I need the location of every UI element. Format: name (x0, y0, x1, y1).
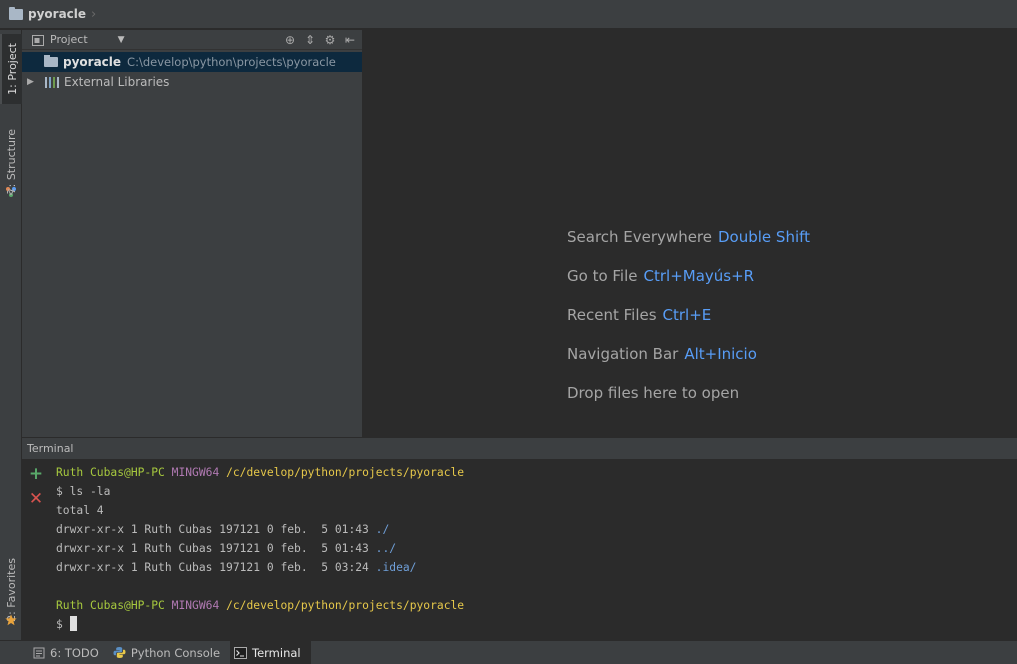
tab-python-console[interactable]: Python Console (109, 641, 230, 664)
terminal-icon (234, 646, 248, 659)
scroll-from-source-icon[interactable]: ⊕ (282, 32, 298, 48)
prompt-symbol: $ (56, 618, 70, 631)
hint-label: Recent Files (567, 306, 657, 324)
terminal-prompt-line: Ruth Cubas@HP-PC MINGW64 /c/develop/pyth… (56, 463, 1017, 482)
hint-shortcut: Ctrl+Mayús+R (643, 267, 755, 285)
project-panel: Project ▼ ⊕ ⇕ ⚙ ⇤ pyoracle C:\develop\py… (22, 30, 363, 437)
tool-tab-favorites-label: 2: Favorites (4, 558, 18, 622)
terminal-output-line: drwxr-xr-x 1 Ruth Cubas 197121 0 feb. 5 … (56, 520, 1017, 539)
tool-window-bar: 6: TODO Python Console Terminal (0, 640, 1017, 664)
navigation-bar: pyoracle › (0, 0, 1017, 29)
prompt-path: /c/develop/python/projects/pyoracle (226, 466, 465, 479)
project-view-selector[interactable]: Project (50, 33, 88, 46)
terminal-title: Terminal (27, 442, 74, 455)
project-view-icon (32, 34, 44, 46)
hint-label: Navigation Bar (567, 345, 679, 363)
folder-icon (44, 55, 58, 67)
structure-icon (6, 187, 16, 197)
hint-search-everywhere: Search Everywhere Double Shift (567, 228, 810, 246)
tab-terminal[interactable]: Terminal (230, 640, 311, 664)
tab-terminal-label: Terminal (252, 645, 301, 660)
hint-label: Go to File (567, 267, 638, 285)
prompt-system: MINGW64 (171, 466, 220, 479)
library-icon (45, 76, 59, 88)
tree-item-root[interactable]: pyoracle C:\develop\python\projects\pyor… (22, 52, 362, 72)
breadcrumb-separator-icon: › (91, 6, 97, 22)
tree-item-root-name: pyoracle (63, 55, 122, 69)
tool-tab-structure-label: 7: Structure (4, 129, 18, 195)
chevron-down-icon[interactable]: ▼ (118, 35, 125, 45)
hint-navigation-bar: Navigation Bar Alt+Inicio (567, 345, 757, 363)
todo-icon (32, 646, 45, 659)
prompt-system: MINGW64 (171, 599, 220, 612)
hint-drop-files: Drop files here to open (567, 384, 739, 402)
entry-meta: drwxr-xr-x 1 Ruth Cubas 197121 0 feb. 5 … (56, 561, 376, 574)
star-icon (5, 614, 17, 626)
entry-name: ./ (375, 523, 390, 536)
collapse-all-icon[interactable]: ⇕ (302, 32, 318, 48)
tab-python-console-label: Python Console (130, 645, 221, 660)
hint-shortcut: Ctrl+E (662, 306, 712, 324)
tree-item-external-libraries-label: External Libraries (64, 75, 170, 89)
terminal-toolbar: + ✕ (22, 459, 50, 640)
tab-todo[interactable]: 6: TODO (28, 641, 109, 664)
terminal-output-line: drwxr-xr-x 1 Ruth Cubas 197121 0 feb. 5 … (56, 558, 1017, 577)
terminal-prompt-line: Ruth Cubas@HP-PC MINGW64 /c/develop/pyth… (56, 596, 1017, 615)
hint-go-to-file: Go to File Ctrl+Mayús+R (567, 267, 754, 285)
terminal-output[interactable]: Ruth Cubas@HP-PC MINGW64 /c/develop/pyth… (50, 459, 1017, 640)
tool-tab-project-label: 1: Project (5, 43, 19, 95)
project-panel-header: Project ▼ ⊕ ⇕ ⚙ ⇤ (22, 30, 362, 50)
hint-label: Drop files here to open (567, 384, 740, 402)
terminal-input-line[interactable]: $ (56, 615, 1017, 634)
hint-recent-files: Recent Files Ctrl+E (567, 306, 711, 324)
new-session-button[interactable]: + (28, 464, 44, 484)
entry-name: ../ (375, 542, 397, 555)
tab-todo-label: 6: TODO (50, 645, 99, 660)
breadcrumb-project[interactable]: pyoracle (28, 7, 86, 21)
terminal-command-line: $ ls -la (56, 485, 111, 498)
gear-icon[interactable]: ⚙ (322, 32, 338, 48)
prompt-user: Ruth Cubas@HP-PC (56, 466, 165, 479)
terminal-header: Terminal (22, 437, 1017, 459)
expand-arrow-icon[interactable]: ▶ (27, 77, 39, 87)
hint-label: Search Everywhere (567, 228, 712, 246)
tree-item-external-libraries[interactable]: ▶ External Libraries (22, 72, 362, 92)
prompt-user: Ruth Cubas@HP-PC (56, 599, 165, 612)
folder-icon (9, 6, 23, 20)
hint-shortcut: Double Shift (718, 228, 811, 246)
tree-item-root-path: C:\develop\python\projects\pyoracle (127, 55, 336, 69)
editor-area: Search Everywhere Double Shift Go to File… (363, 30, 1017, 437)
entry-name: .idea/ (375, 561, 417, 574)
terminal-output-line: drwxr-xr-x 1 Ruth Cubas 197121 0 feb. 5 … (56, 539, 1017, 558)
tool-tab-project[interactable]: 1: Project (0, 34, 22, 104)
entry-meta: drwxr-xr-x 1 Ruth Cubas 197121 0 feb. 5 … (56, 523, 376, 536)
hide-panel-icon[interactable]: ⇤ (342, 32, 358, 48)
close-session-button[interactable]: ✕ (28, 489, 44, 509)
hint-shortcut: Alt+Inicio (684, 345, 757, 363)
text-cursor (69, 616, 77, 631)
project-panel-tools: ⊕ ⇕ ⚙ ⇤ (278, 32, 358, 48)
python-icon (113, 646, 126, 659)
left-tool-strip: 1: Project 7: Structure 2: Favorites (0, 30, 22, 640)
terminal-output-line: total 4 (56, 504, 104, 517)
prompt-path: /c/develop/python/projects/pyoracle (226, 599, 465, 612)
entry-meta: drwxr-xr-x 1 Ruth Cubas 197121 0 feb. 5 … (56, 542, 376, 555)
